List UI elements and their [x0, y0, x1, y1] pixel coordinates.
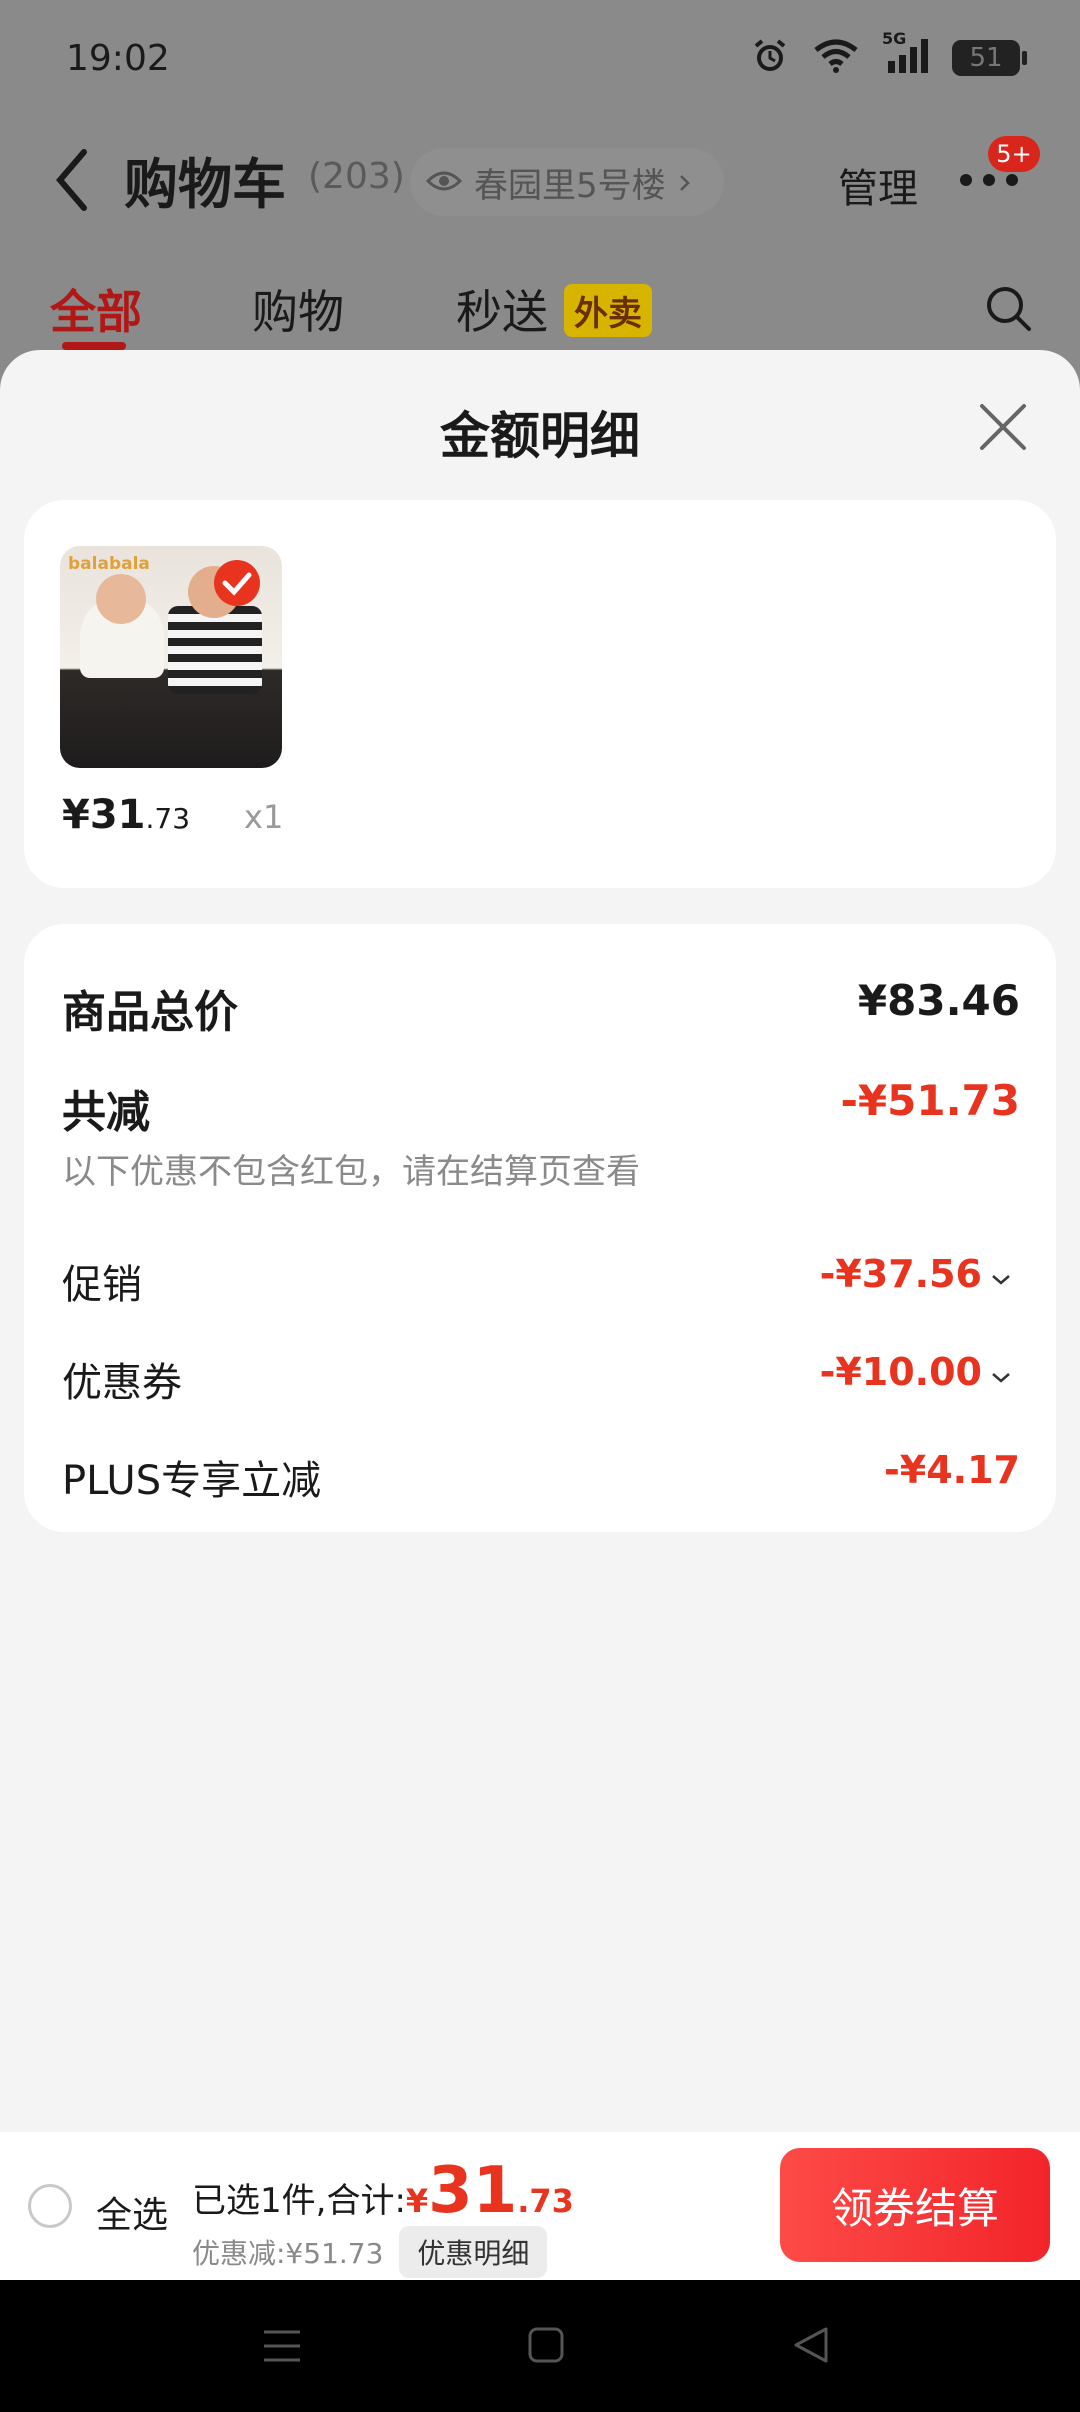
total-reduce-value: -¥51.73	[840, 1076, 1020, 1125]
discount-note: 以下优惠不包含红包，请在结算页查看	[62, 1152, 640, 1192]
total-decimal: .73	[517, 2182, 574, 2220]
select-all-label[interactable]: 全选	[96, 2186, 168, 2238]
more-icon[interactable]	[958, 172, 1020, 192]
product-price: ¥31.73	[62, 792, 190, 838]
selected-total: 已选1件,合计: ¥ 31 .73	[192, 2154, 574, 2228]
select-all-checkbox[interactable]	[28, 2184, 72, 2228]
status-icons: 5G 51	[750, 29, 1027, 80]
promotion-value: -¥37.56	[819, 1252, 982, 1296]
chevron-down-icon[interactable]	[990, 1252, 1012, 1296]
total-reduce-label: 共减	[62, 1087, 150, 1138]
coupon-value: -¥10.00	[819, 1350, 982, 1394]
tab-express[interactable]: 秒送	[456, 276, 548, 342]
product-photo-figure	[96, 574, 146, 624]
promotion-row[interactable]: 促销 -¥37.56	[62, 1252, 1020, 1308]
chevron-right-icon	[678, 162, 692, 202]
manage-button[interactable]: 管理	[838, 156, 918, 214]
cart-tabs: 全部 购物 秒送 外卖	[0, 270, 1080, 360]
product-quantity: x1	[244, 798, 284, 836]
chevron-down-icon[interactable]	[990, 1350, 1012, 1394]
home-icon[interactable]	[527, 2326, 565, 2368]
product-image[interactable]: balabala	[60, 546, 282, 768]
discount-amount: 优惠减:¥51.73	[192, 2237, 384, 2270]
eye-icon	[425, 162, 463, 202]
takeout-badge: 外卖	[564, 284, 652, 337]
menu-icon[interactable]	[262, 2328, 302, 2368]
product-price-integer: ¥31	[62, 792, 146, 838]
status-bar: 19:02 5G 51	[0, 0, 1080, 120]
network-label: 5G	[882, 29, 907, 48]
discount-detail-button[interactable]: 优惠明细	[399, 2226, 548, 2278]
total-currency: ¥	[405, 2182, 429, 2220]
back-arrow-icon[interactable]	[52, 148, 92, 216]
notification-badge: 5+	[988, 136, 1040, 172]
sheet-title: 金额明细	[440, 407, 640, 465]
promotion-value-wrap: -¥37.56	[820, 1252, 1012, 1296]
battery-icon: 51	[952, 40, 1027, 76]
coupon-row[interactable]: 优惠券 -¥10.00	[62, 1350, 1020, 1406]
cart-count: (203)	[308, 156, 405, 197]
brand-logo: balabala	[68, 554, 150, 574]
total-integer: 31	[428, 2154, 518, 2228]
alarm-icon	[750, 36, 790, 80]
address-label: 春园里5号楼	[474, 165, 666, 206]
close-icon[interactable]	[976, 400, 1030, 458]
tab-all[interactable]: 全部	[50, 276, 142, 342]
wifi-icon	[812, 38, 860, 78]
total-price-value: ¥83.46	[857, 976, 1020, 1025]
checkout-bar: 全选 已选1件,合计: ¥ 31 .73 优惠减:¥51.73 优惠明细 领券结…	[0, 2132, 1080, 2280]
tab-active-indicator	[62, 342, 126, 350]
total-reduce-row: 共减 -¥51.73	[62, 1076, 1020, 1138]
product-card: balabala ¥31.73 x1	[24, 500, 1056, 888]
price-summary-card: 商品总价 ¥83.46 共减 -¥51.73 以下优惠不包含红包，请在结算页查看…	[24, 924, 1056, 1532]
selected-count-text: 已选1件,合计:	[192, 2181, 406, 2221]
coupon-value-wrap: -¥10.00	[820, 1350, 1012, 1394]
plus-discount-label: PLUS专享立减	[62, 1458, 322, 1504]
cart-header: 购物车 (203) 春园里5号楼 管理 5+	[0, 130, 1080, 230]
plus-discount-value: -¥4.17	[884, 1448, 1020, 1492]
product-photo-figure	[168, 606, 262, 694]
status-time: 19:02	[66, 38, 170, 79]
promotion-label: 促销	[62, 1262, 142, 1308]
tab-shopping[interactable]: 购物	[252, 276, 344, 342]
system-nav-bar	[0, 2280, 1080, 2412]
signal-icon: 5G	[882, 29, 930, 79]
nav-back-icon[interactable]	[792, 2326, 830, 2368]
checkout-button[interactable]: 领券结算	[780, 2148, 1050, 2262]
coupon-label: 优惠券	[62, 1360, 182, 1406]
total-price-label: 商品总价	[62, 987, 238, 1038]
address-selector[interactable]: 春园里5号楼	[410, 148, 724, 216]
battery-level: 51	[969, 43, 1003, 73]
page-title: 购物车	[124, 153, 286, 216]
check-icon	[212, 558, 262, 612]
product-price-decimal: .73	[145, 802, 191, 835]
search-icon[interactable]	[984, 284, 1034, 338]
discount-summary: 优惠减:¥51.73 优惠明细	[192, 2226, 548, 2278]
plus-discount-row: PLUS专享立减 -¥4.17	[62, 1448, 1020, 1504]
total-price-row: 商品总价 ¥83.46	[62, 976, 1020, 1038]
amount-detail-sheet: 金额明细 balabala ¥31.73 x1 商品总价 ¥83.46 共减 -…	[0, 350, 1080, 2130]
